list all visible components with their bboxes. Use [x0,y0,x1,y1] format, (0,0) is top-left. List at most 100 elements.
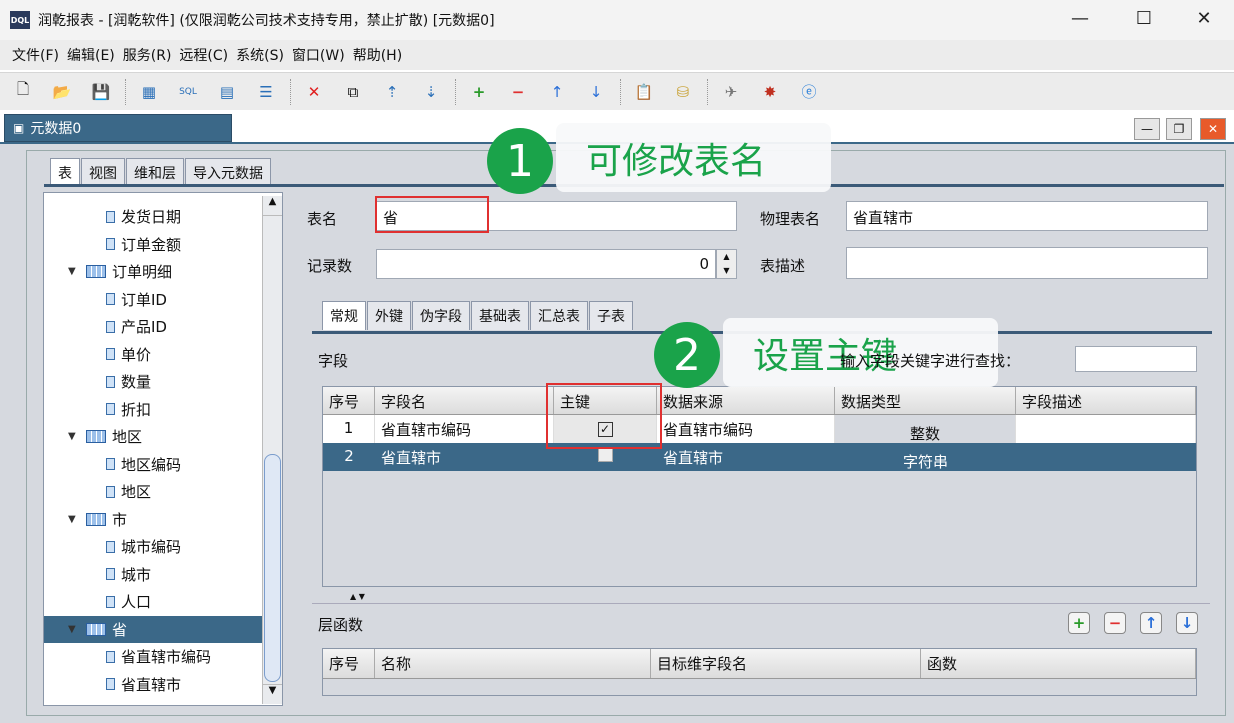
menu-edit[interactable]: 编辑(E) [67,45,115,65]
table-row[interactable]: 1 省直辖市编码 ✓ 省直辖市编码 整数 [323,415,1196,443]
move-up-function-button[interactable]: ↑ [1140,612,1162,634]
tab-sub-table[interactable]: 子表 [589,301,633,330]
menu-system[interactable]: 系统(S) [236,45,284,65]
cell-no: 1 [323,415,375,443]
tab-table[interactable]: 表 [50,158,80,187]
tab-general[interactable]: 常规 [322,301,366,330]
tree-table-node[interactable]: ▼ 订单明细 [44,258,282,286]
add-sql-table-icon[interactable]: SQL [173,77,203,107]
menu-remote[interactable]: 远程(C) [179,45,228,65]
tool-icon[interactable]: ✈ [716,77,746,107]
doc-close-button[interactable]: ✕ [1200,118,1226,140]
tree-field-node[interactable]: 数量 [44,368,282,396]
add-function-button[interactable]: + [1068,612,1090,634]
menu-service[interactable]: 服务(R) [123,45,172,65]
col-field-name[interactable]: 字段名 [375,387,554,414]
tree-field-node[interactable]: 城市 [44,561,282,589]
tree-field-node[interactable]: 人口 [44,588,282,616]
tree-field-node[interactable]: 省直辖市 [44,671,282,699]
minimize-button[interactable]: — [1060,8,1100,29]
add-table-icon[interactable]: ▦ [134,77,164,107]
level-function-table: 序号 名称 目标维字段名 函数 [322,648,1197,696]
tree-field-node[interactable]: 订单ID [44,286,282,314]
add-icon[interactable]: + [464,77,494,107]
tab-pseudo-field[interactable]: 伪字段 [412,301,470,330]
add-view-icon[interactable]: ▤ [212,77,242,107]
tree-field-node[interactable]: 发货日期 [44,203,282,231]
debug-icon[interactable]: ✸ [755,77,785,107]
fields-label: 字段 [318,352,349,370]
menu-file[interactable]: 文件(F) [12,45,59,65]
expand-triangle-icon[interactable]: ▼ [68,624,80,635]
tree-field-node[interactable]: 地区编码 [44,451,282,479]
tree-node-label: 省直辖市编码 [121,648,212,667]
save-icon[interactable]: 💾 [86,77,116,107]
close-button[interactable]: ✕ [1184,8,1224,29]
open-folder-icon[interactable]: 📂 [47,77,77,107]
move-down-function-button[interactable]: ↓ [1176,612,1198,634]
tree-table-node[interactable]: ▼ 地区 [44,423,282,451]
delete-icon[interactable]: ✕ [299,77,329,107]
col-target-field[interactable]: 目标维字段名 [651,649,921,678]
menu-window[interactable]: 窗口(W) [292,45,345,65]
copy-table-icon[interactable]: ⧉ [338,77,368,107]
tree-field-node[interactable]: 地区 [44,478,282,506]
tree-field-node[interactable]: 省直辖市编码 [44,643,282,671]
table-icon [86,622,106,636]
tab-view[interactable]: 视图 [81,158,125,187]
splitter-arrows[interactable]: ▲ ▼ [350,592,365,601]
new-file-icon[interactable]: 🗋 [8,77,38,107]
menu-help[interactable]: 帮助(H) [353,45,402,65]
add-field-icon[interactable]: ☰ [251,77,281,107]
col-desc[interactable]: 字段描述 [1016,387,1196,414]
tree-field-node[interactable]: 产品ID [44,313,282,341]
database-icon[interactable]: ⛁ [668,77,698,107]
col-type[interactable]: 数据类型 [835,387,1016,414]
title-bar: DQL 润乾报表 - [润乾软件] (仅限润乾公司技术支持专用，禁止扩散) [元… [0,0,1234,40]
cell-type[interactable]: 字符串 [835,443,1016,471]
annotation-callout-1: 可修改表名 [556,123,831,192]
tree-field-node[interactable]: 单价 [44,341,282,369]
field-icon [106,403,115,416]
tab-import-metadata[interactable]: 导入元数据 [185,158,271,187]
doc-restore-button[interactable]: ❐ [1166,118,1192,140]
col-no[interactable]: 序号 [323,387,375,414]
desc-input[interactable] [846,247,1208,279]
table-row[interactable]: 2 省直辖市 省直辖市 字符串 [323,443,1196,471]
remove-icon[interactable]: − [503,77,533,107]
expand-triangle-icon[interactable]: ▼ [68,266,80,277]
tree-table-node[interactable]: ▼ 市 [44,506,282,534]
tab-base-table[interactable]: 基础表 [471,301,529,330]
col-no[interactable]: 序号 [323,649,375,678]
col-function[interactable]: 函数 [921,649,1196,678]
tab-dimension-level[interactable]: 维和层 [126,158,184,187]
cell-desc [1016,415,1196,443]
document-tab[interactable]: ▣ 元数据0 [4,114,232,142]
maximize-button[interactable]: ☐ [1124,8,1164,29]
col-source[interactable]: 数据来源 [657,387,835,414]
tree-table-node[interactable]: ▼ 省 [44,615,282,643]
arrow-up-icon[interactable]: ↑ [542,77,572,107]
field-icon [106,540,115,553]
col-name[interactable]: 名称 [375,649,651,678]
browser-icon[interactable]: ⓔ [794,77,824,107]
physical-name-input[interactable]: 省直辖市 [846,201,1208,231]
tree-field-node[interactable]: 城市编码 [44,533,282,561]
arrow-down-icon[interactable]: ↓ [581,77,611,107]
expand-triangle-icon[interactable]: ▼ [68,431,80,442]
paste-icon[interactable]: 📋 [629,77,659,107]
records-input[interactable]: 0 [376,249,716,279]
records-spinner[interactable]: ▲ ▼ [716,249,737,279]
tab-summary-table[interactable]: 汇总表 [530,301,588,330]
move-up-table-icon[interactable]: ⇡ [377,77,407,107]
tree-field-node[interactable]: 折扣 [44,396,282,424]
tab-foreign-key[interactable]: 外键 [367,301,411,330]
expand-triangle-icon[interactable]: ▼ [68,514,80,525]
field-search-input[interactable] [1075,346,1197,372]
doc-minimize-button[interactable]: — [1134,118,1160,140]
move-down-table-icon[interactable]: ⇣ [416,77,446,107]
cell-type[interactable]: 整数 [835,415,1016,443]
tree-field-node[interactable]: 订单金额 [44,231,282,259]
tree-scrollbar[interactable]: ▲ ▼ [262,196,282,704]
remove-function-button[interactable]: − [1104,612,1126,634]
